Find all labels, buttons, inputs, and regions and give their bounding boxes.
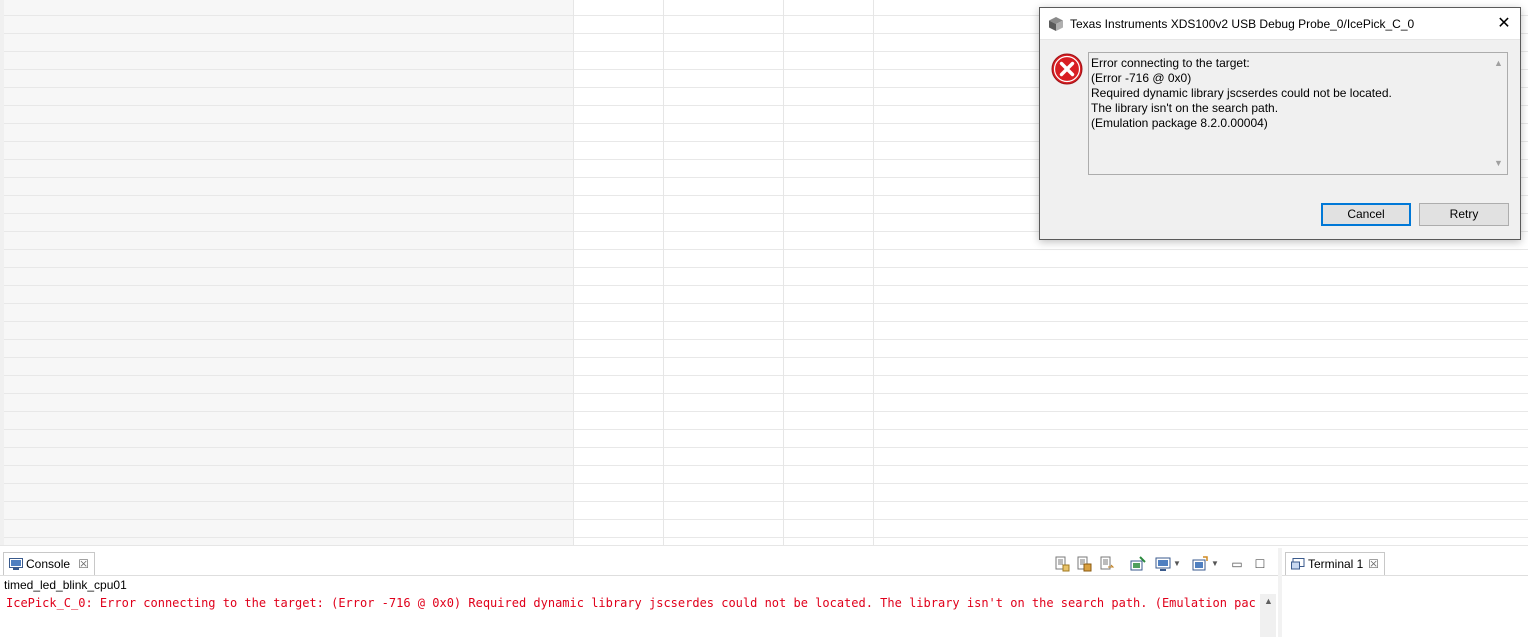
tab-terminal[interactable]: Terminal 1 ☒: [1285, 552, 1385, 576]
scroll-lock-icon[interactable]: [1076, 556, 1092, 572]
error-dialog: Texas Instruments XDS100v2 USB Debug Pro…: [1039, 7, 1521, 240]
open-console-icon[interactable]: [1192, 556, 1208, 572]
console-output-line[interactable]: IcePick_C_0: Error connecting to the tar…: [6, 596, 1256, 610]
close-icon[interactable]: ☒: [1368, 553, 1379, 575]
close-icon[interactable]: ✕: [1488, 8, 1520, 39]
cube-app-icon: [1049, 17, 1063, 31]
console-launch-name: timed_led_blink_cpu01: [4, 578, 127, 592]
tab-label: Console: [26, 557, 71, 571]
grid-divider: [783, 0, 784, 546]
message-line: Required dynamic library jscserdes could…: [1091, 86, 1392, 100]
retry-button[interactable]: Retry: [1419, 203, 1509, 226]
display-console-icon[interactable]: [1155, 556, 1171, 572]
word-wrap-icon[interactable]: [1099, 556, 1115, 572]
pin-console-icon[interactable]: [1130, 556, 1146, 572]
tab-underline: [1282, 575, 1528, 576]
maximize-icon[interactable]: ☐: [1252, 556, 1268, 572]
console-scrollbar[interactable]: ▲: [1260, 594, 1276, 637]
dropdown-icon[interactable]: ▼: [1172, 556, 1182, 572]
console-icon: [9, 558, 23, 570]
message-scrollbar[interactable]: ▲ ▼: [1490, 53, 1507, 174]
scroll-up-icon[interactable]: ▲: [1494, 56, 1503, 71]
dialog-title: Texas Instruments XDS100v2 USB Debug Pro…: [1070, 17, 1415, 31]
message-line: (Error -716 @ 0x0): [1091, 71, 1192, 85]
dialog-titlebar[interactable]: Texas Instruments XDS100v2 USB Debug Pro…: [1040, 8, 1520, 40]
grid-bottom-border: [0, 545, 1528, 546]
grid-divider: [573, 0, 574, 546]
console-view: Console ☒ ▼ ▼ ▭ ☐ timed_led_blink_cpu01 …: [0, 548, 1279, 637]
message-line: The library isn't on the search path.: [1091, 101, 1279, 115]
close-icon[interactable]: ☒: [78, 553, 89, 575]
message-line: Error connecting to the target:: [1091, 56, 1250, 70]
grid-divider: [873, 0, 874, 546]
error-x-icon: [1051, 53, 1083, 85]
tab-underline: [0, 575, 1278, 576]
grid-divider: [663, 0, 664, 546]
console-tabbar: Console ☒ ▼ ▼ ▭ ☐: [0, 548, 1278, 576]
message-line: (Emulation package 8.2.0.00004): [1091, 116, 1268, 130]
error-message-text[interactable]: Error connecting to the target: (Error -…: [1088, 52, 1508, 175]
minimize-icon[interactable]: ▭: [1229, 556, 1245, 572]
clear-console-icon[interactable]: [1054, 556, 1070, 572]
cancel-button[interactable]: Cancel: [1321, 203, 1411, 226]
scroll-up-icon[interactable]: ▲: [1264, 596, 1273, 606]
tab-label: Terminal 1: [1308, 557, 1364, 571]
dropdown-icon[interactable]: ▼: [1210, 556, 1220, 572]
terminal-icon: [1291, 558, 1305, 570]
scroll-down-icon[interactable]: ▼: [1494, 156, 1503, 171]
terminal-view: Terminal 1 ☒: [1282, 548, 1528, 637]
tab-console[interactable]: Console ☒: [3, 552, 95, 576]
